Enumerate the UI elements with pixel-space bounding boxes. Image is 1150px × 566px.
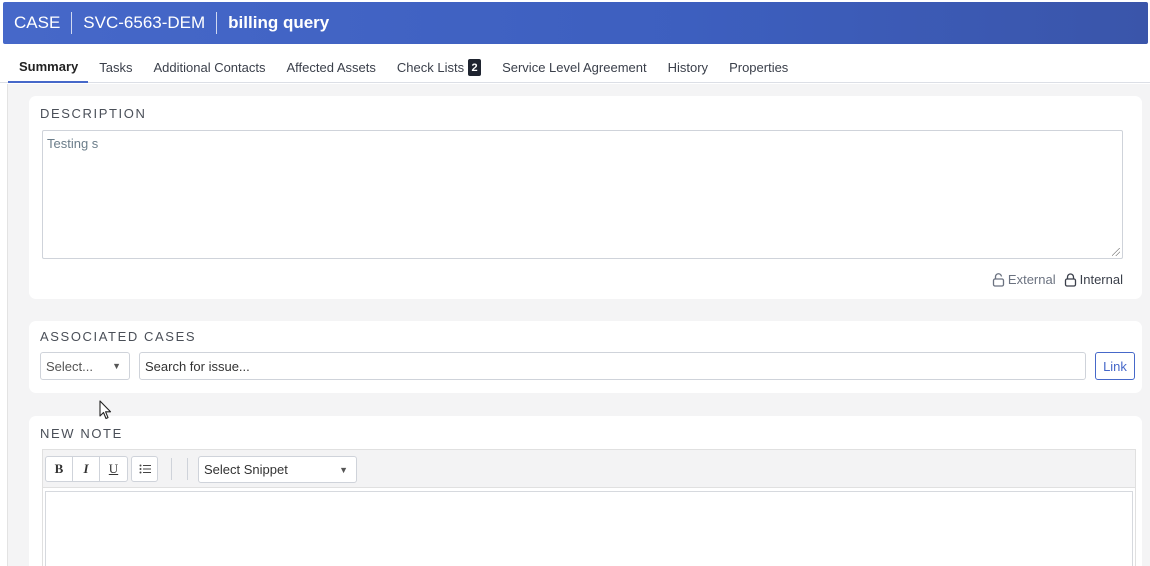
tab-label: Affected Assets: [286, 60, 376, 75]
link-button[interactable]: Link: [1095, 352, 1135, 380]
tab-check-lists[interactable]: Check Lists 2: [386, 52, 491, 83]
bold-button[interactable]: B: [46, 457, 73, 481]
snippet-select-value: Select Snippet: [204, 462, 288, 477]
editor-toolbar: B I U Select Snippet ▼: [42, 449, 1136, 487]
description-card: DESCRIPTION Testing s External Internal: [29, 96, 1142, 299]
case-header: CASE SVC-6563-DEM billing query: [3, 2, 1148, 44]
note-editor[interactable]: [42, 487, 1136, 566]
new-note-heading: NEW NOTE: [40, 426, 123, 441]
case-type-select[interactable]: Select... ▼: [40, 352, 130, 380]
snippet-select[interactable]: Select Snippet ▼: [198, 456, 357, 483]
search-placeholder: Search for issue...: [145, 358, 250, 374]
tab-summary[interactable]: Summary: [8, 52, 89, 83]
case-id: SVC-6563-DEM: [83, 13, 206, 32]
internal-visibility-option[interactable]: Internal: [1064, 272, 1123, 287]
list-icon: [139, 464, 151, 474]
lock-icon: [1064, 272, 1076, 287]
new-note-card: NEW NOTE B I U Select Snippet ▼: [29, 416, 1142, 566]
tab-label: Service Level Agreement: [502, 60, 647, 75]
tab-history[interactable]: History: [657, 52, 718, 83]
bullet-list-button[interactable]: [131, 456, 158, 482]
summary-panel: DESCRIPTION Testing s External Internal: [7, 84, 1150, 566]
description-textarea[interactable]: Testing s: [42, 130, 1123, 259]
associated-cases-heading: ASSOCIATED CASES: [40, 329, 197, 344]
toolbar-divider: [187, 458, 188, 480]
tab-label: History: [667, 60, 709, 75]
external-visibility-option[interactable]: External: [992, 272, 1056, 287]
tab-label: Summary: [19, 59, 79, 74]
case-title: billing query: [228, 13, 330, 32]
toolbar-divider: [171, 458, 172, 480]
tab-service-level-agreement[interactable]: Service Level Agreement: [491, 52, 657, 83]
header-divider: [71, 12, 73, 34]
italic-button[interactable]: I: [73, 457, 100, 481]
mouse-pointer-icon: [99, 400, 112, 420]
tab-label: Tasks: [99, 60, 133, 75]
tab-bar: Summary Tasks Additional Contacts Affect…: [0, 52, 1150, 83]
unlock-icon: [992, 272, 1005, 287]
issue-search-input[interactable]: Search for issue...: [139, 352, 1086, 380]
check-lists-count-badge: 2: [468, 59, 482, 76]
associated-cases-card: ASSOCIATED CASES Select... ▼ Search for …: [29, 321, 1142, 393]
resize-handle-icon[interactable]: [1112, 248, 1120, 256]
format-button-group: B I U: [45, 456, 128, 482]
tab-label: Properties: [729, 60, 789, 75]
visibility-toggle: External Internal: [992, 272, 1123, 287]
tab-properties[interactable]: Properties: [718, 52, 798, 83]
description-text: Testing s: [47, 136, 99, 151]
tab-affected-assets[interactable]: Affected Assets: [276, 52, 386, 83]
internal-label: Internal: [1079, 272, 1123, 287]
caret-down-icon: ▼: [112, 361, 121, 371]
caret-down-icon: ▼: [339, 465, 348, 475]
external-label: External: [1007, 272, 1056, 287]
tab-label: Additional Contacts: [153, 60, 266, 75]
select-value: Select...: [46, 358, 93, 374]
tab-label: Check Lists: [396, 60, 465, 75]
header-divider: [216, 12, 218, 34]
case-type-label: CASE: [14, 13, 61, 32]
underline-button[interactable]: U: [100, 457, 127, 481]
tab-tasks[interactable]: Tasks: [88, 52, 142, 83]
note-editor-body[interactable]: [45, 491, 1133, 566]
description-heading: DESCRIPTION: [40, 106, 147, 121]
tab-additional-contacts[interactable]: Additional Contacts: [142, 52, 275, 83]
